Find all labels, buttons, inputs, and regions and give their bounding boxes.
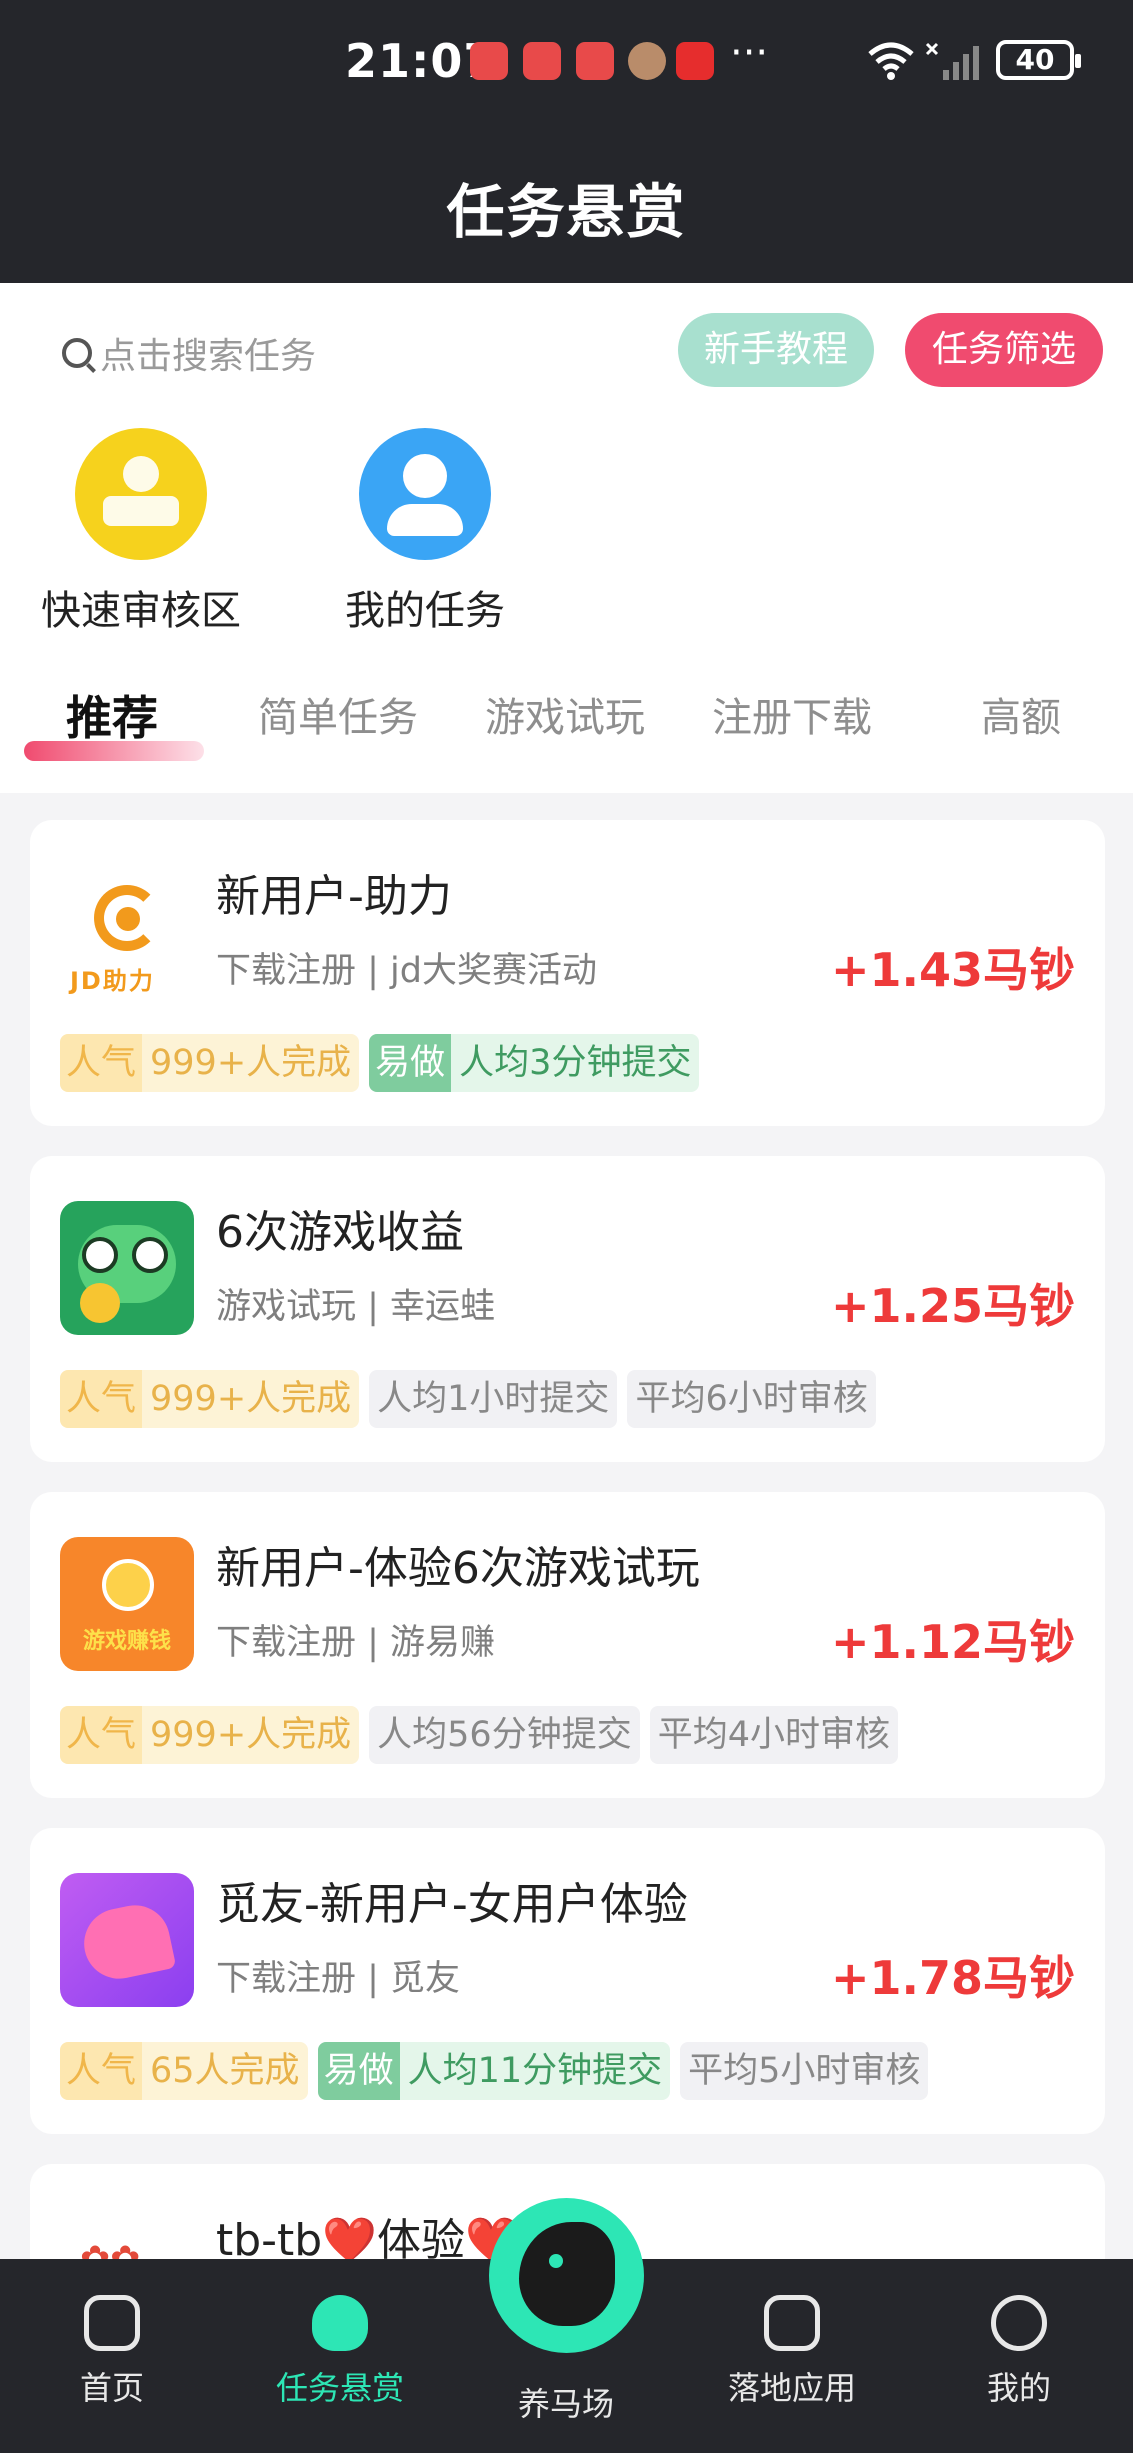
- review-time-tag: 平均6小时审核: [627, 1370, 876, 1428]
- search-placeholder: 点击搜索任务: [100, 336, 317, 377]
- task-title: 觅友-新用户-女用户体验: [216, 1879, 688, 1930]
- category-tabs: 推荐 简单任务 游戏试玩 注册下载 高额: [0, 683, 1133, 763]
- task-subtitle: 下载注册 | jd大奖赛活动: [216, 951, 597, 991]
- top-bar: 21:07 ··· 40 任务悬赏: [0, 0, 1133, 283]
- nav-task-bounty-label: 任务悬赏: [275, 2369, 404, 2407]
- task-title: 新用户-助力: [216, 871, 452, 922]
- task-tags: 人气 65人完成 易做 人均11分钟提交 平均5小时审核: [60, 2042, 929, 2100]
- nav-landing-apps[interactable]: 落地应用: [692, 2259, 892, 2409]
- notification-video-icon: [676, 42, 714, 80]
- popularity-tag: 人气 65人完成: [60, 2042, 308, 2100]
- task-reward: +1.78马钞: [830, 1951, 1075, 2005]
- search-icon: [62, 338, 92, 368]
- miyou-heart-logo-icon: [60, 1873, 194, 2007]
- task-title: 新用户-体验6次游戏试玩: [216, 1543, 700, 1594]
- quick-review-link[interactable]: 快速审核区: [31, 428, 251, 636]
- nav-home[interactable]: 首页: [12, 2259, 212, 2409]
- my-tasks-link[interactable]: 我的任务: [315, 428, 535, 636]
- task-subtitle: 下载注册 | 觅友: [216, 1959, 461, 1999]
- search-bar[interactable]: 点击搜索任务: [62, 323, 316, 383]
- nav-horse-farm-label: 养马场: [517, 2385, 614, 2423]
- task-subtitle: 下载注册 | 游易赚: [216, 1623, 496, 1663]
- task-reward: +1.25马钞: [830, 1279, 1075, 1333]
- game-earn-logo-icon: 游戏赚钱: [60, 1537, 194, 1671]
- status-bar: 21:07 ··· 40: [0, 28, 1133, 98]
- bag-icon: [312, 2295, 368, 2351]
- filter-button[interactable]: 任务筛选: [905, 313, 1103, 387]
- task-card[interactable]: JD助力 新用户-助力 下载注册 | jd大奖赛活动 +1.43马钞 人气 999…: [30, 820, 1105, 1126]
- nav-task-bounty[interactable]: 任务悬赏: [240, 2259, 440, 2409]
- tab-high-reward[interactable]: 高额: [981, 683, 1061, 753]
- task-tags: 人气 999+人完成 易做 人均3分钟提交: [60, 1034, 700, 1092]
- compass-icon: [764, 2295, 820, 2351]
- tutorial-button[interactable]: 新手教程: [678, 313, 874, 387]
- task-card[interactable]: 游戏赚钱 新用户-体验6次游戏试玩 下载注册 | 游易赚 +1.12马钞 人气 9…: [30, 1492, 1105, 1798]
- submit-time-tag: 人均1小时提交: [369, 1370, 618, 1428]
- task-tags: 人气 999+人完成 人均56分钟提交 平均4小时审核: [60, 1706, 898, 1764]
- nav-home-label: 首页: [79, 2369, 144, 2407]
- horse-farm-button[interactable]: [489, 2198, 644, 2353]
- nav-landing-apps-label: 落地应用: [727, 2369, 856, 2407]
- notification-app-icon: [470, 42, 508, 80]
- popularity-tag: 人气 999+人完成: [60, 1370, 360, 1428]
- tab-recommended[interactable]: 推荐: [66, 683, 158, 753]
- tab-game-trial[interactable]: 游戏试玩: [485, 683, 645, 753]
- home-icon: [84, 2295, 140, 2351]
- task-subtitle: 游戏试玩 | 幸运蛙: [216, 1287, 496, 1327]
- my-tasks-label: 我的任务: [345, 588, 505, 634]
- lucky-frog-logo-icon: [60, 1201, 194, 1335]
- app-root: 21:07 ··· 40 任务悬赏 点击搜索任务 新手教程 任务筛选 快速审核区…: [0, 0, 1133, 2453]
- quick-review-label: 快速审核区: [41, 588, 241, 634]
- task-tags: 人气 999+人完成 人均1小时提交 平均6小时审核: [60, 1370, 876, 1428]
- review-time-tag: 平均5小时审核: [680, 2042, 929, 2100]
- tab-register-download[interactable]: 注册下载: [712, 683, 872, 753]
- popularity-tag: 人气 999+人完成: [60, 1034, 360, 1092]
- easy-tag: 易做 人均3分钟提交: [369, 1034, 700, 1092]
- more-notifications-icon: ···: [730, 30, 769, 76]
- review-time-tag: 平均4小时审核: [649, 1706, 898, 1764]
- wifi-icon: [868, 42, 914, 80]
- easy-tag: 易做 人均11分钟提交: [317, 2042, 671, 2100]
- task-card[interactable]: 6次游戏收益 游戏试玩 | 幸运蛙 +1.25马钞 人气 999+人完成 人均1小…: [30, 1156, 1105, 1462]
- battery-icon: 40: [996, 40, 1081, 80]
- nav-mine-label: 我的: [986, 2369, 1051, 2407]
- popularity-tag: 人气 999+人完成: [60, 1706, 360, 1764]
- profile-icon: [991, 2295, 1047, 2351]
- task-title: 6次游戏收益: [216, 1207, 464, 1258]
- person-icon: [359, 428, 491, 560]
- top-panel: 点击搜索任务 新手教程 任务筛选 快速审核区 我的任务 推荐 简单任务 游戏试玩…: [0, 283, 1133, 793]
- jd-assist-logo-icon: JD助力: [60, 865, 194, 999]
- notification-app-icon: [523, 42, 561, 80]
- task-card[interactable]: 觅友-新用户-女用户体验 下载注册 | 觅友 +1.78马钞 人气 65人完成 易…: [30, 1828, 1105, 2134]
- stamp-icon: [75, 428, 207, 560]
- task-reward: +1.43马钞: [830, 943, 1075, 997]
- horse-icon: [519, 2222, 615, 2326]
- nav-mine[interactable]: 我的: [919, 2259, 1119, 2409]
- signal-icon: [925, 42, 979, 80]
- notification-app-icon: [576, 42, 614, 80]
- submit-time-tag: 人均56分钟提交: [369, 1706, 640, 1764]
- notification-avatar-icon: [628, 42, 666, 80]
- horse-eye: [549, 2254, 563, 2268]
- task-reward: +1.12马钞: [830, 1615, 1075, 1669]
- page-title: 任务悬赏: [446, 178, 687, 246]
- tab-simple-tasks[interactable]: 简单任务: [258, 683, 418, 753]
